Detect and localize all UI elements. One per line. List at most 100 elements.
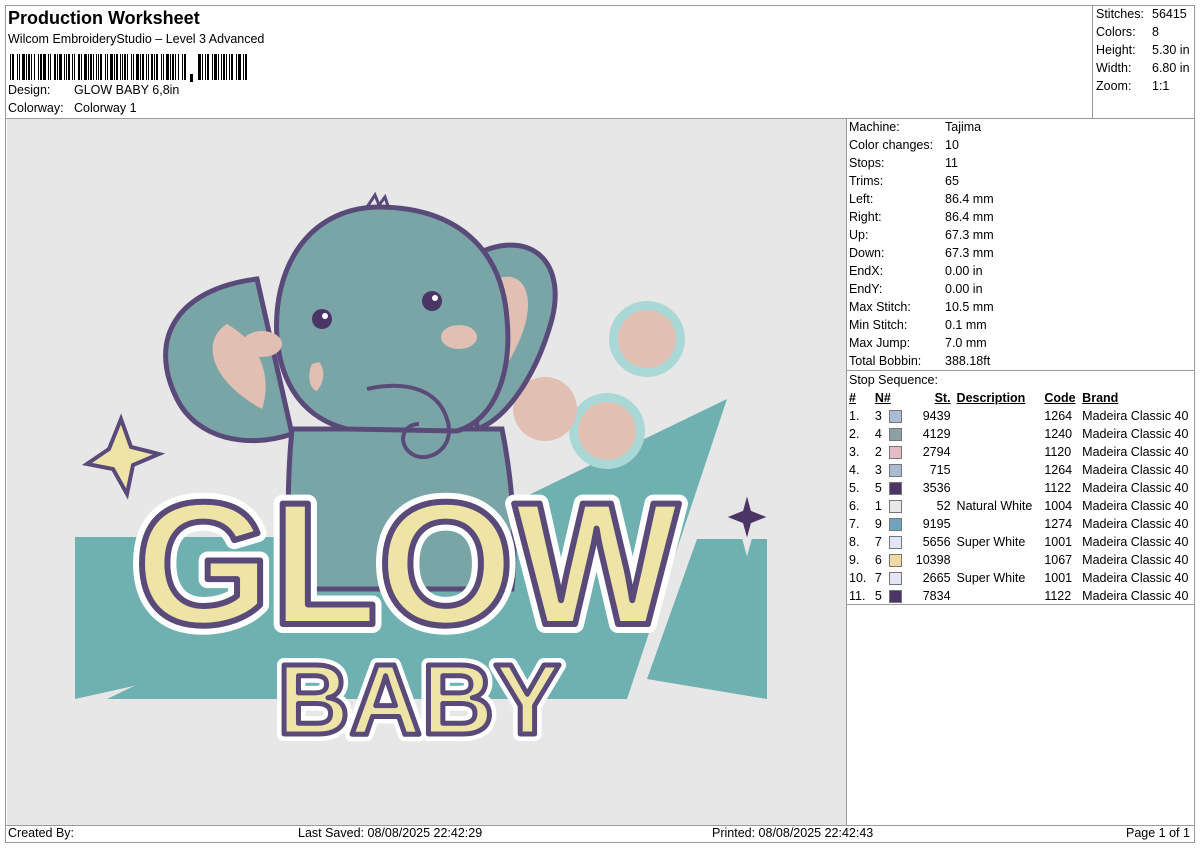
stop-index: 5. xyxy=(849,481,860,495)
barcode-bar xyxy=(205,54,206,80)
barcode-bar xyxy=(43,54,46,80)
barcode-bar xyxy=(64,54,65,80)
barcode-bar xyxy=(122,54,123,80)
page-title: Production Worksheet xyxy=(8,8,200,28)
stitch-count: 10398 xyxy=(915,553,951,567)
info-row: Machine: Tajima xyxy=(849,120,981,134)
color-swatch xyxy=(888,410,902,424)
summary-value: 8 xyxy=(1152,25,1159,39)
circle-fill xyxy=(618,310,676,368)
barcode-bar xyxy=(31,54,32,80)
info-label: Max Stitch: xyxy=(849,300,911,314)
thread-code: 1067 xyxy=(1044,553,1073,567)
needle-number: 5 xyxy=(874,588,882,603)
thread-description xyxy=(957,461,1045,479)
summary-row: Width: 6.80 in xyxy=(1096,61,1190,75)
thread-brand: Madeira Classic 40 xyxy=(1082,589,1189,603)
barcode-bar xyxy=(243,54,244,80)
thread-description xyxy=(957,587,1045,605)
barcode-bar xyxy=(151,54,153,80)
barcode-bar xyxy=(59,54,62,80)
last-saved: Last Saved: 08/08/2025 22:42:29 xyxy=(298,826,483,840)
barcode-bar xyxy=(231,54,233,80)
needle-cell: 1 xyxy=(875,497,903,515)
printed-date: Printed: 08/08/2025 22:42:43 xyxy=(712,826,874,840)
info-label: EndY: xyxy=(849,282,883,296)
eye-right xyxy=(422,291,442,311)
info-value: 0.1 mm xyxy=(945,318,987,332)
table-row: 9. 6 10398 1067 Madeira Classic 40 xyxy=(847,551,1200,569)
barcode-bar xyxy=(114,54,115,80)
info-value: 86.4 mm xyxy=(945,210,994,224)
table-row: 11. 5 7834 1122 Madeira Classic 40 xyxy=(847,587,1200,605)
barcode-bar xyxy=(178,54,179,80)
info-value: 7.0 mm xyxy=(945,336,987,350)
table-row: 5. 5 3536 1122 Madeira Classic 40 xyxy=(847,479,1200,497)
color-swatch xyxy=(888,464,902,478)
thread-brand: Madeira Classic 40 xyxy=(1082,499,1189,513)
column-header: Code xyxy=(1044,391,1076,405)
barcode-bar xyxy=(12,54,14,80)
table-row: 6. 1 52 Natural White 1004 Madeira Classic 40 xyxy=(847,497,1200,515)
info-row: Down: 67.3 mm xyxy=(849,246,994,260)
info-value: 67.3 mm xyxy=(945,246,994,260)
divider xyxy=(846,604,1195,605)
column-header: Brand xyxy=(1082,391,1119,405)
table-row: 1. 3 9439 1264 Madeira Classic 40 xyxy=(847,407,1200,425)
barcode-bar xyxy=(72,54,73,80)
barcode-bar xyxy=(28,54,30,80)
color-swatch xyxy=(888,500,902,514)
column-header: St. xyxy=(934,391,951,405)
barcode-bar xyxy=(163,54,164,80)
info-value: Tajima xyxy=(945,120,982,134)
column-header: N# xyxy=(874,391,891,405)
thread-brand: Madeira Classic 40 xyxy=(1082,409,1189,423)
barcode-bar xyxy=(100,54,102,80)
summary-value: 56415 xyxy=(1152,7,1187,21)
stitch-count: 2665 xyxy=(922,571,951,585)
info-label: Color changes: xyxy=(849,138,934,152)
barcode-bar xyxy=(182,54,183,80)
barcode-bar xyxy=(140,54,141,80)
barcode-bar xyxy=(107,54,108,80)
info-value: 0.00 in xyxy=(945,282,983,296)
info-label: Down: xyxy=(849,246,885,260)
barcode-bar xyxy=(245,54,247,80)
summary-label: Stitches: xyxy=(1096,7,1144,21)
thread-brand: Madeira Classic 40 xyxy=(1082,463,1189,477)
color-swatch xyxy=(888,518,902,532)
info-label: Total Bobbin: xyxy=(849,354,922,368)
stitch-count: 2794 xyxy=(922,445,951,459)
barcode-bar xyxy=(120,54,121,80)
stop-index: 2. xyxy=(849,427,860,441)
glow-text: GLOW xyxy=(135,467,679,662)
table-row: 8. 7 5656 Super White 1001 Madeira Classic 40 xyxy=(847,533,1200,551)
design-row: Design: GLOW BABY 6,8in xyxy=(8,83,179,97)
barcode-bar xyxy=(238,54,241,80)
barcode-bar xyxy=(105,54,106,80)
barcode-bar xyxy=(88,54,89,80)
thread-description xyxy=(957,515,1045,533)
needle-number: 3 xyxy=(874,408,882,423)
table-row: 4. 3 715 1264 Madeira Classic 40 xyxy=(847,461,1200,479)
color-swatch xyxy=(888,572,902,586)
info-label: Min Stitch: xyxy=(849,318,908,332)
cheek-right xyxy=(441,325,477,349)
info-label: EndX: xyxy=(849,264,884,278)
needle-cell: 5 xyxy=(875,479,903,497)
barcode-bar xyxy=(212,54,213,80)
stitch-count: 7834 xyxy=(922,589,951,603)
thread-code: 1240 xyxy=(1044,427,1073,441)
table-row: 2. 4 4129 1240 Madeira Classic 40 xyxy=(847,425,1200,443)
star-right xyxy=(714,477,780,557)
barcode-mark xyxy=(190,74,193,82)
thread-code: 1120 xyxy=(1044,445,1072,459)
created-by: Created By: xyxy=(8,826,75,840)
info-row: EndX: 0.00 in xyxy=(849,264,983,278)
table-row: 3. 2 2794 1120 Madeira Classic 40 xyxy=(847,443,1200,461)
info-row: Trims: 65 xyxy=(849,174,959,188)
info-row: Up: 67.3 mm xyxy=(849,228,994,242)
stitch-count: 5656 xyxy=(922,535,951,549)
barcode-bar xyxy=(74,54,75,80)
column-header: Description xyxy=(956,391,1026,405)
